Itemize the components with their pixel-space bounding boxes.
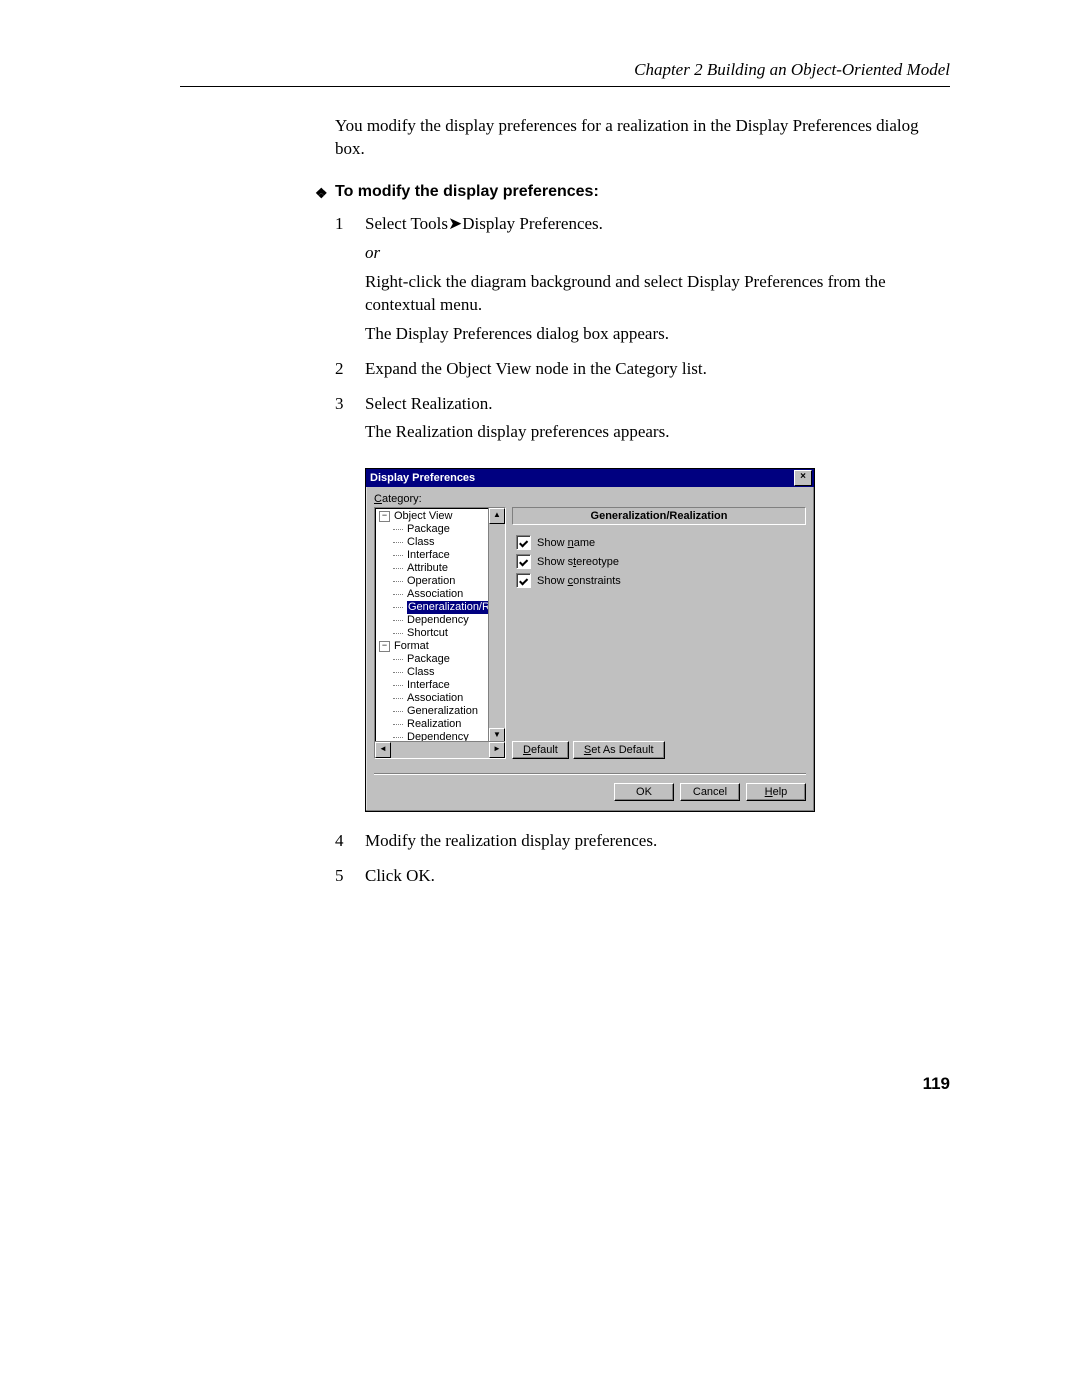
step-text: The Realization display preferences appe… xyxy=(365,421,950,444)
tree-item[interactable]: Association xyxy=(379,692,505,705)
scroll-left-icon[interactable]: ◄ xyxy=(375,742,391,758)
collapse-icon[interactable]: − xyxy=(379,511,390,522)
checkbox-show-name[interactable]: Show name xyxy=(516,535,806,550)
step-number: 3 xyxy=(335,393,365,451)
checkbox-show-stereotype[interactable]: Show stereotype xyxy=(516,554,806,569)
step-line: Select Tools➤Display Preferences. xyxy=(365,214,603,233)
checkbox-icon[interactable] xyxy=(516,535,531,550)
procedure-heading-text: To modify the display preferences: xyxy=(335,183,599,201)
diamond-bullet-icon: ❖ xyxy=(315,183,335,203)
procedure-heading: ❖ To modify the display preferences: xyxy=(315,183,950,203)
step-number: 4 xyxy=(335,830,365,859)
tree-item[interactable]: Dependency xyxy=(379,614,505,627)
help-button[interactable]: Help xyxy=(746,783,806,801)
close-icon[interactable]: × xyxy=(794,470,812,486)
horizontal-scrollbar[interactable]: ◄ ► xyxy=(375,741,505,758)
checkbox-show-constraints[interactable]: Show constraints xyxy=(516,573,806,588)
step-text: Click OK. xyxy=(365,865,950,888)
page-number: 119 xyxy=(180,1074,950,1094)
tree-item[interactable]: Package xyxy=(379,653,505,666)
dialog-titlebar[interactable]: Display Preferences × xyxy=(366,469,814,487)
set-as-default-button[interactable]: Set As Default xyxy=(573,741,665,759)
tree-item[interactable]: Shortcut xyxy=(379,627,505,640)
step-text: The Display Preferences dialog box appea… xyxy=(365,323,950,346)
step-4: 4 Modify the realization display prefere… xyxy=(335,830,950,859)
category-tree[interactable]: −Object View Package Class Interface Att… xyxy=(374,507,506,759)
panel-group-title: Generalization/Realization xyxy=(512,507,806,525)
display-preferences-dialog: Display Preferences × Category: −Object … xyxy=(365,468,815,812)
tree-item[interactable]: Package xyxy=(379,523,505,536)
step-number: 5 xyxy=(335,865,365,894)
tree-item[interactable]: Interface xyxy=(379,549,505,562)
step-2: 2 Expand the Object View node in the Cat… xyxy=(335,358,950,387)
step-1: 1 Select Tools➤Display Preferences. or R… xyxy=(335,213,950,352)
tree-node-format[interactable]: −Format xyxy=(379,640,505,653)
tree-item-selected[interactable]: Generalization/Rea xyxy=(379,601,505,614)
dialog-separator xyxy=(374,773,806,775)
tree-item[interactable]: Operation xyxy=(379,575,505,588)
step-text: Select Tools➤Display Preferences. xyxy=(365,213,950,236)
step-number: 1 xyxy=(335,213,365,352)
category-label-rest: ategory: xyxy=(382,493,422,505)
default-button[interactable]: Default xyxy=(512,741,569,759)
category-label: Category: xyxy=(374,493,806,505)
step-text: Expand the Object View node in the Categ… xyxy=(365,358,950,381)
tree-item[interactable]: Association xyxy=(379,588,505,601)
tree-item[interactable]: Realization xyxy=(379,718,505,731)
scroll-right-icon[interactable]: ► xyxy=(489,742,505,758)
vertical-scrollbar[interactable]: ▲ ▼ xyxy=(488,508,505,744)
category-label-mnemonic: C xyxy=(374,493,382,505)
step-text: Select Realization. xyxy=(365,393,950,416)
cancel-button[interactable]: Cancel xyxy=(680,783,740,801)
step-number: 2 xyxy=(335,358,365,387)
collapse-icon[interactable]: − xyxy=(379,641,390,652)
scroll-up-icon[interactable]: ▲ xyxy=(489,508,505,524)
tree-item[interactable]: Interface xyxy=(379,679,505,692)
tree-node-object-view[interactable]: −Object View xyxy=(379,510,505,523)
checkbox-icon[interactable] xyxy=(516,573,531,588)
ok-button[interactable]: OK xyxy=(614,783,674,801)
step-text: Modify the realization display preferenc… xyxy=(365,830,950,853)
tree-item[interactable]: Attribute xyxy=(379,562,505,575)
dialog-title: Display Preferences xyxy=(370,472,794,484)
step-3: 3 Select Realization. The Realization di… xyxy=(335,393,950,451)
step-text: Right-click the diagram background and s… xyxy=(365,271,950,317)
tree-item[interactable]: Generalization xyxy=(379,705,505,718)
intro-paragraph: You modify the display preferences for a… xyxy=(335,115,950,161)
step-or: or xyxy=(365,242,950,265)
tree-item[interactable]: Class xyxy=(379,536,505,549)
checkbox-icon[interactable] xyxy=(516,554,531,569)
step-5: 5 Click OK. xyxy=(335,865,950,894)
tree-item[interactable]: Class xyxy=(379,666,505,679)
chapter-header: Chapter 2 Building an Object-Oriented Mo… xyxy=(180,60,950,87)
